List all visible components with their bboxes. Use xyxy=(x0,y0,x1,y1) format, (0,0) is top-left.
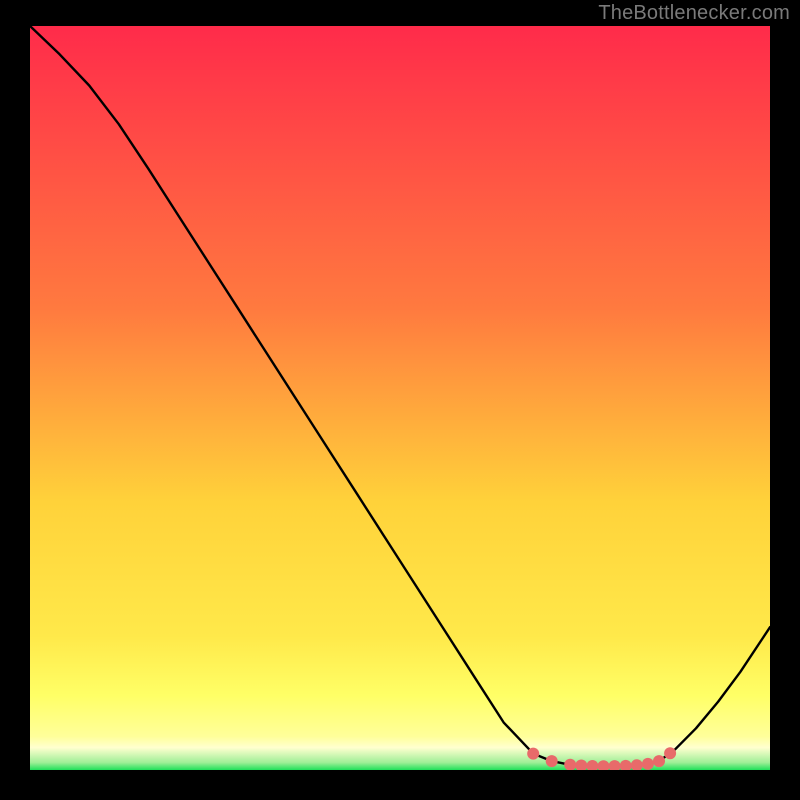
marker-dot xyxy=(642,758,654,770)
marker-dot xyxy=(664,747,676,759)
marker-dot xyxy=(546,755,558,767)
marker-dot xyxy=(527,748,539,760)
attribution-text: TheBottlenecker.com xyxy=(598,2,790,25)
gradient-bg xyxy=(30,26,770,770)
bottleneck-chart xyxy=(30,26,770,770)
marker-dot xyxy=(653,755,665,767)
